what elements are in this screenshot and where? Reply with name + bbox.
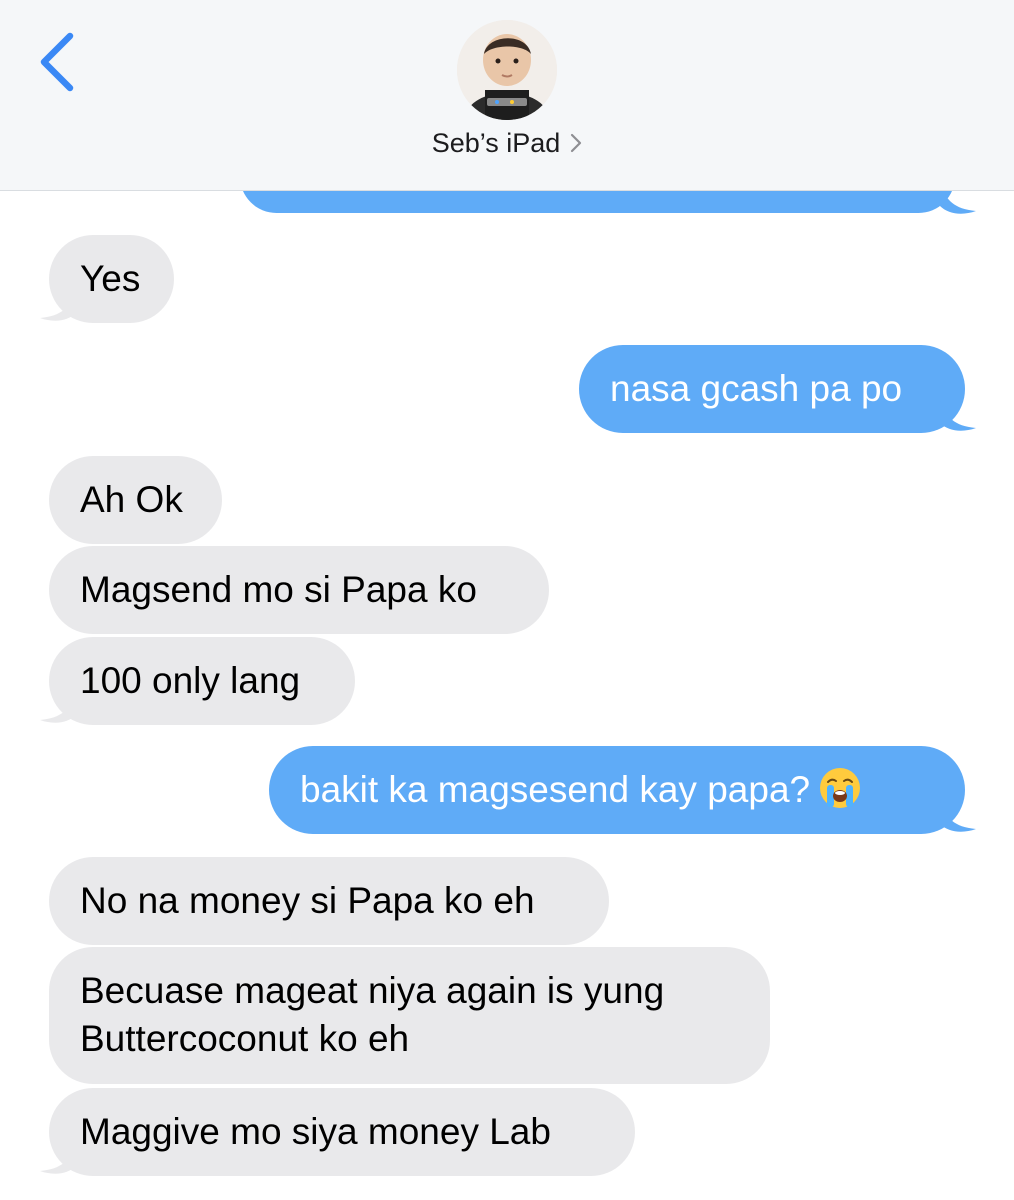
contact-name-button[interactable]: Seb’s iPad [0, 128, 1014, 159]
message-text: No na money si Papa ko eh [80, 880, 535, 921]
message-text: Ah Ok [80, 479, 183, 520]
message-text: Yes [80, 258, 141, 299]
message-text-line: Buttercoconut ko eh [80, 1018, 410, 1059]
message-text: Maggive mo siya money Lab [80, 1111, 551, 1152]
message-bubble-sent[interactable]: bakit ka magsesend kay papa? [269, 746, 965, 834]
contact-photo [457, 20, 557, 120]
bubble-tail [940, 401, 976, 431]
contact-name: Seb’s iPad [431, 128, 561, 158]
message-bubble-received[interactable]: 100 only lang [49, 637, 355, 725]
messages-screen: Seb’s iPad Yes nasa gcash pa po Ah Ok Ma… [0, 0, 1014, 1200]
message-text: nasa gcash pa po [610, 368, 903, 409]
message-text-line: Becuase mageat niya again is yung [80, 970, 665, 1011]
message-bubble-sent[interactable]: nasa gcash pa po [579, 345, 965, 433]
chevron-left-icon[interactable] [34, 30, 84, 94]
message-bubble-received[interactable]: Maggive mo siya money Lab [49, 1088, 635, 1176]
bubble-tail [40, 693, 76, 723]
loudly-crying-face-emoji [820, 768, 861, 808]
message-bubble-received[interactable]: Magsend mo si Papa ko [49, 546, 549, 634]
message-bubble-received[interactable]: No na money si Papa ko eh [49, 857, 609, 945]
chevron-right-icon [571, 133, 582, 152]
message-bubble-received[interactable]: Ah Ok [49, 456, 222, 544]
conversation-header: Seb’s iPad [0, 0, 1014, 191]
message-text: 100 only lang [80, 660, 301, 701]
message-bubble-received[interactable]: Becuase mageat niya again is yung Butter… [49, 947, 770, 1084]
bubble-tail [40, 1144, 76, 1174]
bubble-tail [940, 802, 976, 832]
avatar[interactable] [457, 20, 557, 120]
message-text: bakit ka magsesend kay papa? [300, 769, 811, 810]
bubble-tail [40, 291, 76, 321]
message-text: Magsend mo si Papa ko [80, 569, 477, 610]
